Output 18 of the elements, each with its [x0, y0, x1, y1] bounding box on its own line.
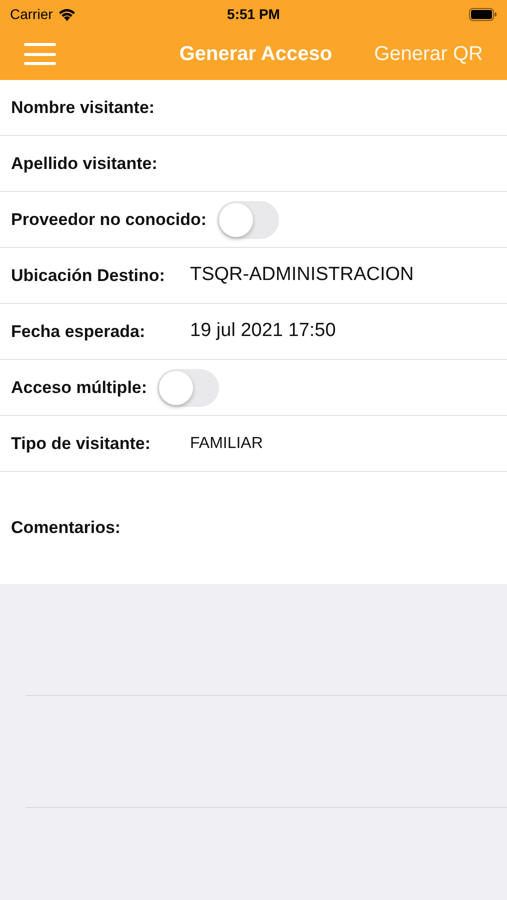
field-label: Ubicación Destino:	[11, 264, 166, 287]
wifi-icon	[58, 8, 76, 20]
field-value[interactable]: 19 jul 2021 17:50	[190, 317, 336, 346]
field-label: Tipo de visitante:	[11, 432, 152, 455]
battery-icon	[468, 8, 497, 20]
field-label: Proveedor no conocido:	[11, 208, 207, 231]
status-time: 5:51 PM	[227, 4, 280, 24]
toggle-switch[interactable]	[157, 368, 220, 406]
carrier-name: Carrier	[10, 4, 53, 24]
field-label: Apellido visitante:	[11, 152, 158, 175]
field-label: Acceso múltiple:	[11, 376, 148, 399]
field-label: Comentarios:	[11, 517, 121, 540]
field-value[interactable]: TSQR-ADMINISTRACION	[190, 261, 414, 290]
field-label: Nombre visitante:	[11, 96, 155, 119]
toggle-switch[interactable]	[216, 200, 279, 238]
menu-icon[interactable]	[24, 42, 56, 66]
field-value[interactable]: FAMILIAR	[190, 432, 263, 456]
field-label: Fecha esperada:	[11, 320, 146, 343]
